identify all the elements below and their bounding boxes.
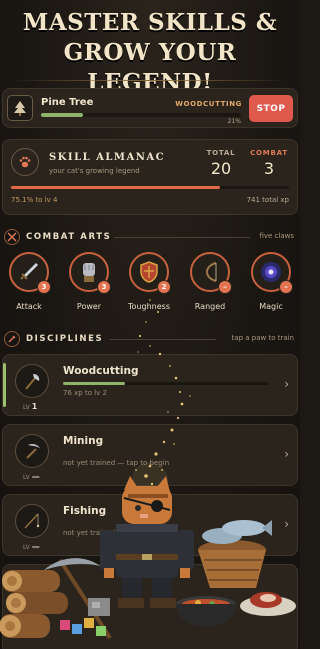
combat-art-label: Power xyxy=(76,302,102,311)
fish-basket xyxy=(198,520,272,588)
combat-label: COMBAT xyxy=(250,149,288,157)
promo-banner: MASTER SKILLS & GROW YOUR LEGEND! xyxy=(0,8,300,98)
disciplines-icon xyxy=(4,331,20,347)
activity-skill: WOODCUTTING xyxy=(175,100,242,108)
combat-art-magic[interactable]: – Magic xyxy=(242,252,300,311)
stop-button[interactable]: STOP xyxy=(249,95,293,122)
log-pile xyxy=(0,570,68,638)
combat-arts-title: COMBAT ARTS xyxy=(26,232,112,242)
combat-art-power[interactable]: 3 Power xyxy=(60,252,118,311)
almanac-progress-label: 75.1% to lv 4 xyxy=(11,196,58,204)
combat-badge: 3 xyxy=(37,280,51,294)
vortex-icon xyxy=(261,262,281,282)
almanac-subtitle: your cat's growing legend xyxy=(49,167,140,175)
pickaxe-icon xyxy=(15,434,49,468)
almanac-xp-label: 741 total xp xyxy=(246,196,289,204)
combat-arts-header: COMBAT ARTS five claws xyxy=(2,229,298,247)
discipline-level: LV 1 xyxy=(23,402,38,411)
disciplines-header: DISCIPLINES tap a paw to train xyxy=(2,331,298,349)
combat-art-label: Toughness xyxy=(128,302,170,311)
disciplines-caption: tap a paw to train xyxy=(231,334,294,342)
activity-percent: 21% xyxy=(227,118,241,125)
discipline-subtitle: not yet trained — tap to begin xyxy=(63,459,170,467)
combat-badge: – xyxy=(279,280,293,294)
shield-icon xyxy=(140,261,158,283)
total-label: TOTAL xyxy=(206,149,236,157)
discipline-subtitle: 76 xp to lv 2 xyxy=(63,389,107,397)
gauntlet-icon xyxy=(83,263,95,282)
banner-line-1: MASTER SKILLS & xyxy=(22,9,278,36)
crossed-swords-icon xyxy=(4,229,20,245)
activity-name: Pine Tree xyxy=(41,97,94,108)
combat-art-ranged[interactable]: – Ranged xyxy=(181,252,239,311)
sword-icon xyxy=(20,263,38,280)
almanac-progress-fill xyxy=(11,186,220,189)
axe-icon xyxy=(15,364,49,398)
combat-value: 3 xyxy=(263,159,275,178)
activity-progress-fill xyxy=(41,113,83,117)
combat-arts-row: 3 Attack 3 Power 2 Toughness – Ranged – … xyxy=(0,252,300,318)
discipline-progress-fill xyxy=(63,382,125,385)
cat-character xyxy=(100,476,194,608)
activity-progress-track xyxy=(41,113,241,117)
combat-arts-caption: five claws xyxy=(259,232,294,240)
discipline-name: Mining xyxy=(63,435,104,447)
tree-icon xyxy=(7,95,33,121)
combat-level-stat: COMBAT 3 xyxy=(249,149,289,178)
chevron-right-icon: › xyxy=(284,447,289,461)
combat-badge: – xyxy=(218,280,232,294)
almanac-title: SKILL ALMANAC xyxy=(49,152,166,163)
bow-icon xyxy=(206,262,217,282)
combat-badge: 3 xyxy=(97,280,111,294)
discipline-woodcutting[interactable]: LV 1 Woodcutting 76 xp to lv 2 › xyxy=(2,354,298,416)
combat-art-label: Ranged xyxy=(194,302,226,311)
total-value: 20 xyxy=(210,159,232,178)
almanac-progress-track xyxy=(11,186,289,189)
total-level-stat: TOTAL 20 xyxy=(201,149,241,178)
combat-art-attack[interactable]: 3 Attack xyxy=(0,252,58,311)
skill-almanac-card: SKILL ALMANAC your cat's growing legend … xyxy=(2,139,298,215)
cooking-pot xyxy=(176,596,236,627)
chevron-right-icon: › xyxy=(284,377,289,391)
banner-divider xyxy=(10,80,290,81)
disciplines-title: DISCIPLINES xyxy=(26,334,104,344)
paw-icon xyxy=(11,148,39,176)
discipline-name: Woodcutting xyxy=(63,365,139,377)
combat-badge: 2 xyxy=(157,280,171,294)
combat-art-label: Attack xyxy=(16,302,42,311)
current-activity-bar[interactable]: Pine Tree WOODCUTTING 21% STOP xyxy=(2,88,298,128)
combat-art-toughness[interactable]: 2 Toughness xyxy=(120,252,178,311)
section-divider xyxy=(110,339,216,340)
meat-plate xyxy=(240,592,296,616)
cat-adventurer-illustration xyxy=(0,476,296,640)
app-screen: MASTER SKILLS & GROW YOUR LEGEND! Pine T… xyxy=(0,0,300,649)
discipline-progress-track xyxy=(63,382,269,385)
section-divider xyxy=(114,237,250,238)
active-accent xyxy=(3,363,6,407)
combat-art-label: Magic xyxy=(259,302,283,311)
